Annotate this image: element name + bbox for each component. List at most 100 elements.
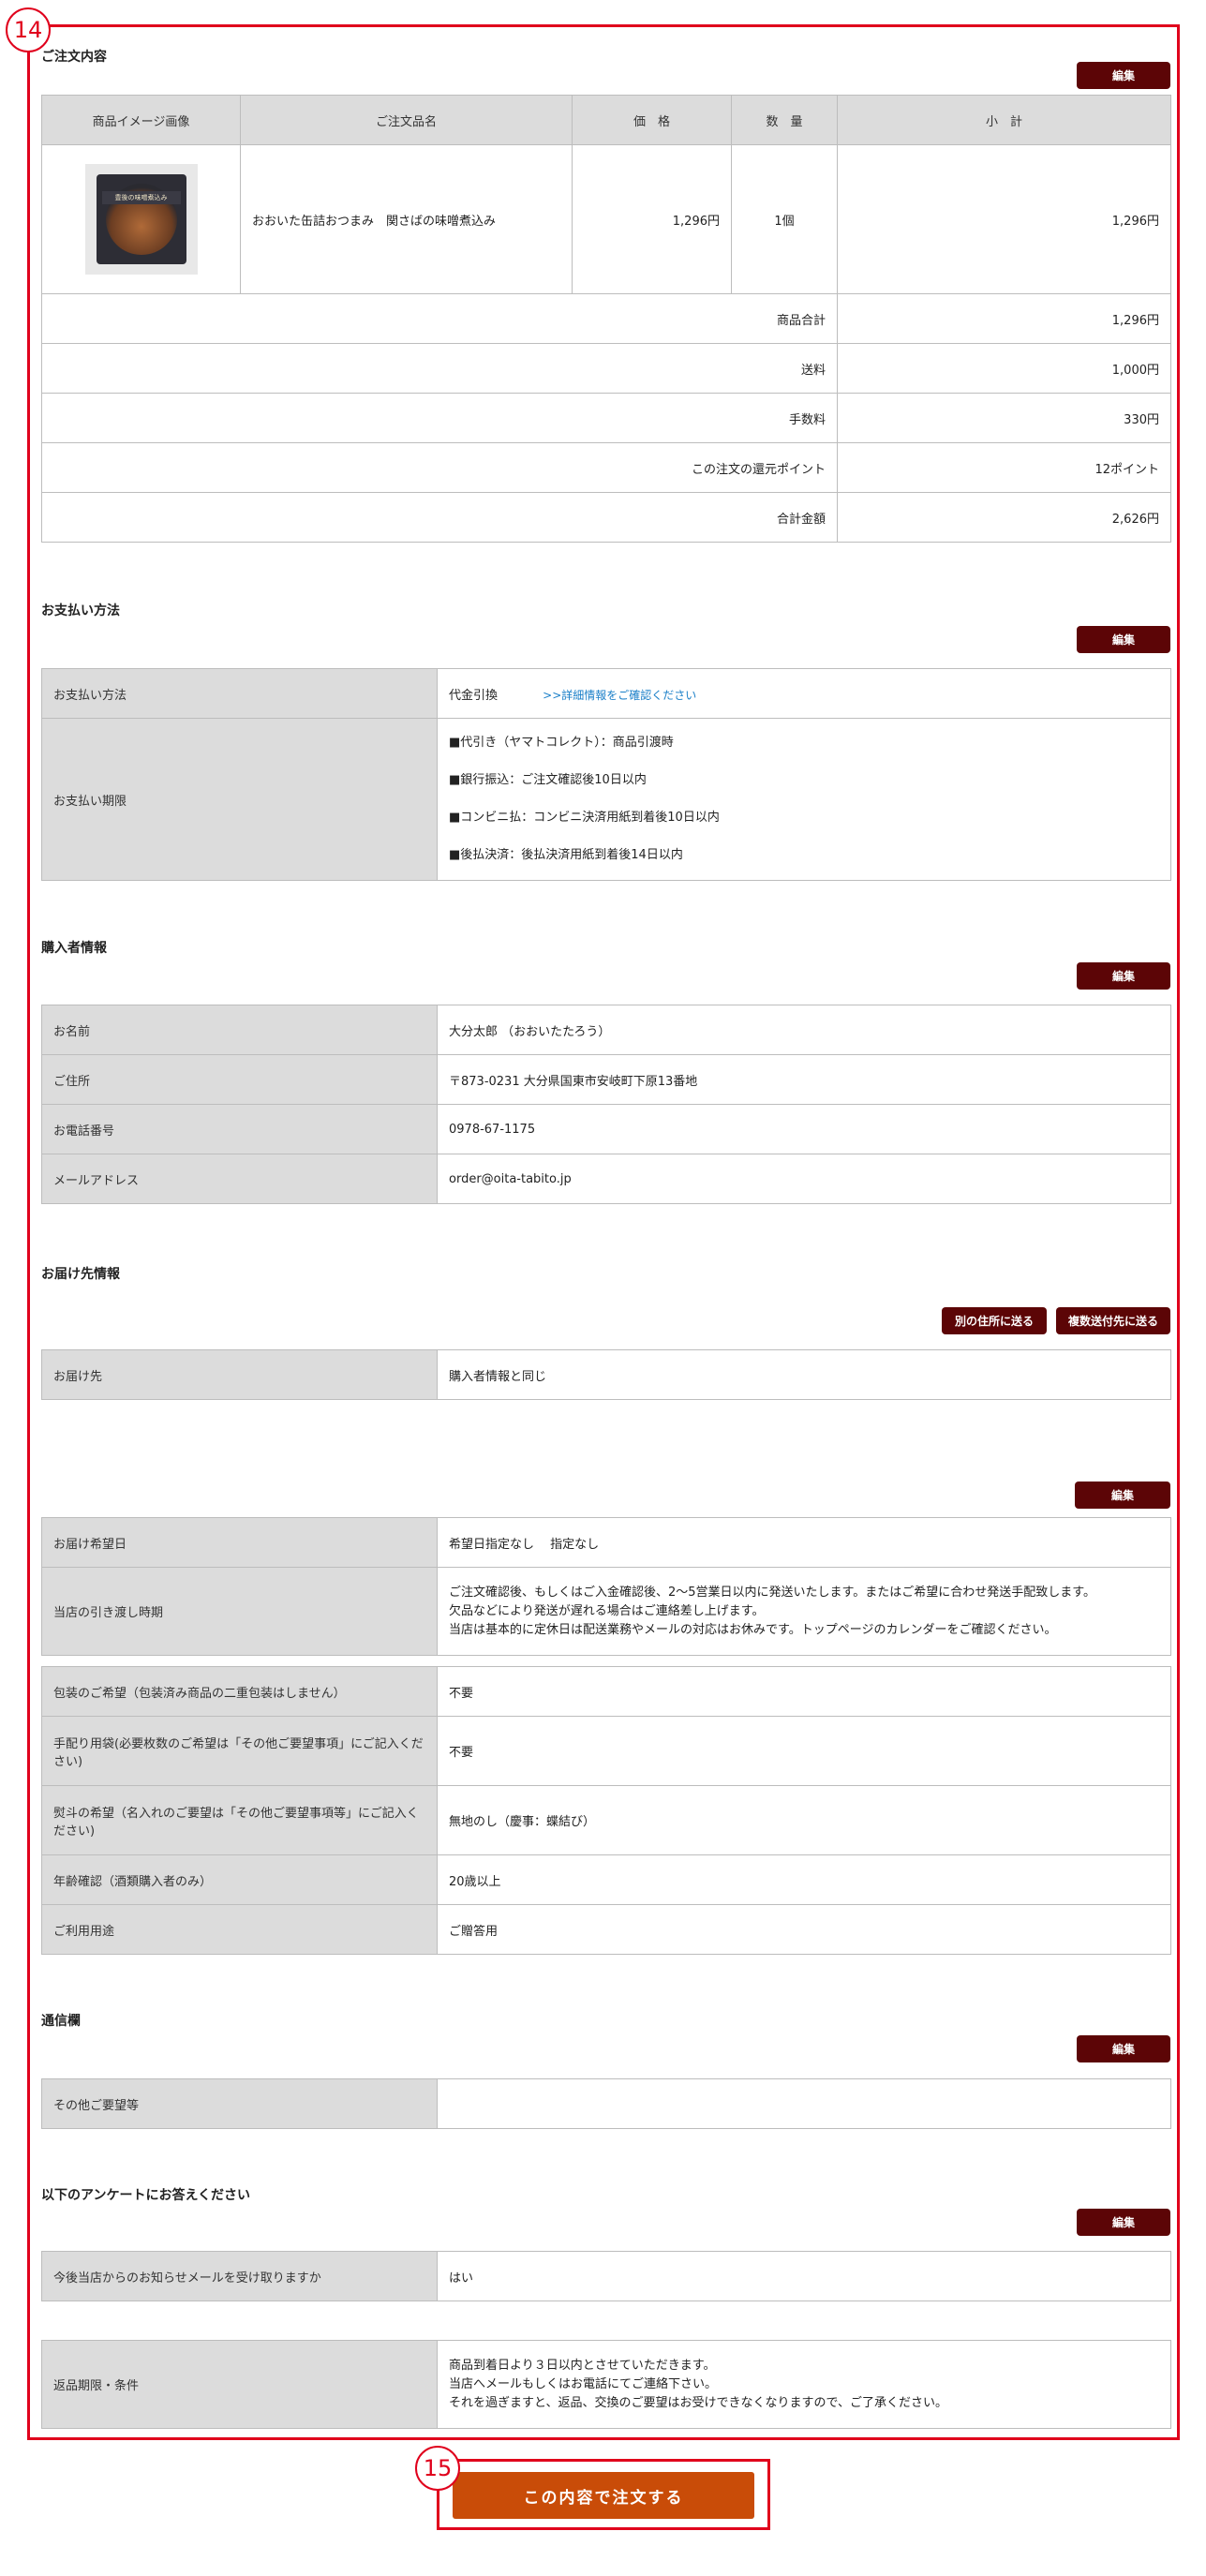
col-header-name: ご注文品名: [240, 95, 573, 145]
order-edit-button[interactable]: 編集: [1077, 62, 1170, 89]
delivery-date-label: お届け希望日: [41, 1517, 438, 1568]
summary-label: この注文の還元ポイント: [41, 442, 838, 493]
payment-method-label: お支払い方法: [41, 668, 438, 719]
payment-table: お支払い方法 代金引換 >>詳細情報をご確認ください お支払い期限 ■代引き（ヤ…: [41, 668, 1171, 881]
product-image-cell: 豊後の味噌煮込み: [41, 144, 241, 294]
annotation-marker-14: 14: [6, 7, 51, 52]
product-subtotal: 1,296円: [837, 144, 1171, 294]
wrapping-value: 不要: [437, 1666, 1171, 1717]
summary-row: 合計金額 2,626円: [41, 492, 1171, 543]
place-order-button[interactable]: この内容で注文する: [453, 2472, 754, 2519]
buyer-section-title: 購入者情報: [41, 941, 107, 956]
summary-value: 1,296円: [837, 293, 1171, 344]
delivery-section-title: お届け先情報: [41, 1267, 120, 1282]
payment-method-value: 代金引換: [449, 688, 499, 703]
buyer-phone-label: お電話番号: [41, 1104, 438, 1154]
summary-label: 手数料: [41, 393, 838, 443]
payment-deadline-cell: ■代引き（ヤマトコレクト）：商品引渡時 ■銀行振込：ご注文確認後10日以内 ■コ…: [437, 718, 1171, 881]
summary-row: 送料 1,000円: [41, 343, 1171, 394]
buyer-email-value: order@oita-tabito.jp: [437, 1154, 1171, 1204]
buyer-email-label: メールアドレス: [41, 1154, 438, 1204]
annotation-marker-15: 15: [415, 2446, 460, 2491]
payment-deadline-item: ■後払決済：後払決済用紙到着後14日以内: [449, 848, 683, 862]
noshi-label: 熨斗の希望（名入れのご要望は「その他ご要望事項等」にご記入ください): [41, 1785, 438, 1855]
return-policy-line: 商品到着日より３日以内とさせていただきます。: [449, 2358, 716, 2373]
summary-row: 手数料 330円: [41, 393, 1171, 443]
options-edit-button[interactable]: 編集: [1075, 1482, 1170, 1509]
ship-timing-line: 当店は基本的に定休日は配送業務やメールの対応はお休みです。トップページのカレンダ…: [449, 1622, 1057, 1637]
summary-value: 2,626円: [837, 492, 1171, 543]
options-table: 包装のご希望（包装済み商品の二重包装はしません） 不要 手配り用袋(必要枚数のご希…: [41, 1666, 1171, 1955]
product-price: 1,296円: [572, 144, 732, 294]
product-name: おおいた缶詰おつまみ 関さばの味噌煮込み: [240, 144, 573, 294]
summary-value: 1,000円: [837, 343, 1171, 394]
delivery-dest-value: 購入者情報と同じ: [437, 1349, 1171, 1400]
return-table: 返品期限・条件 商品到着日より３日以内とさせていただきます。 当店へメールもしく…: [41, 2340, 1171, 2429]
summary-value: 12ポイント: [837, 442, 1171, 493]
handbag-value: 不要: [437, 1716, 1171, 1786]
usage-value: ご贈答用: [437, 1904, 1171, 1955]
newsletter-value: はい: [437, 2251, 1171, 2301]
delivery-date-value: 希望日指定なし 指定なし: [437, 1517, 1171, 1568]
ship-timing-line: 欠品などにより発送が遅れる場合はご連絡差し上げます。: [449, 1603, 765, 1618]
message-table: その他ご要望等: [41, 2078, 1171, 2129]
can-label-text: 豊後の味噌煮込み: [101, 191, 181, 204]
product-image[interactable]: 豊後の味噌煮込み: [84, 164, 198, 275]
options-table-top: お届け希望日 希望日指定なし 指定なし 当店の引き渡し時期 ご注文確認後、もしくは…: [41, 1517, 1171, 1656]
payment-detail-link[interactable]: >>詳細情報をご確認ください: [543, 689, 696, 702]
newsletter-label: 今後当店からのお知らせメールを受け取りますか: [41, 2251, 438, 2301]
summary-row: この注文の還元ポイント 12ポイント: [41, 442, 1171, 493]
submit-region: この内容で注文する: [437, 2459, 770, 2530]
order-item-row: 豊後の味噌煮込み おおいた缶詰おつまみ 関さばの味噌煮込み 1,296円 1個 …: [41, 144, 1171, 294]
return-policy-label: 返品期限・条件: [41, 2340, 438, 2429]
payment-deadline-item: ■代引き（ヤマトコレクト）：商品引渡時: [449, 736, 674, 750]
wrapping-label: 包装のご希望（包装済み商品の二重包装はしません）: [41, 1666, 438, 1717]
ship-timing-label: 当店の引き渡し時期: [41, 1567, 438, 1656]
survey-edit-button[interactable]: 編集: [1077, 2209, 1170, 2236]
message-label: その他ご要望等: [41, 2078, 438, 2129]
message-value: [437, 2078, 1171, 2129]
payment-method-cell: 代金引換 >>詳細情報をご確認ください: [437, 668, 1171, 719]
usage-label: ご利用用途: [41, 1904, 438, 1955]
buyer-address-value: 〒873-0231 大分県国東市安岐町下原13番地: [437, 1054, 1171, 1105]
ship-timing-line: ご注文確認後、もしくはご入金確認後、2〜5営業日以内に発送いたします。またはご希…: [449, 1585, 1095, 1600]
noshi-value: 無地のし（慶事：蝶結び）: [437, 1785, 1171, 1855]
payment-deadline-item: ■コンビニ払：コンビニ決済用紙到着後10日以内: [449, 811, 720, 825]
col-header-price: 価 格: [572, 95, 732, 145]
product-qty: 1個: [731, 144, 838, 294]
buyer-phone-value: 0978-67-1175: [437, 1104, 1171, 1154]
delivery-dest-label: お届け先: [41, 1349, 438, 1400]
survey-section-title: 以下のアンケートにお答えください: [41, 2188, 251, 2203]
summary-label: 商品合計: [41, 293, 838, 344]
buyer-address-label: ご住所: [41, 1054, 438, 1105]
summary-label: 送料: [41, 343, 838, 394]
payment-edit-button[interactable]: 編集: [1077, 626, 1170, 653]
order-table: 商品イメージ画像 ご注文品名 価 格 数 量 小 計 豊後の味噌煮込み おおいた…: [41, 95, 1171, 543]
handbag-label: 手配り用袋(必要枚数のご希望は「その他ご要望事項」にご記入ください): [41, 1716, 438, 1786]
col-header-qty: 数 量: [731, 95, 838, 145]
summary-value: 330円: [837, 393, 1171, 443]
return-policy-line: 当店へメールもしくはお電話にてご連絡下さい。: [449, 2376, 718, 2391]
ship-timing-cell: ご注文確認後、もしくはご入金確認後、2〜5営業日以内に発送いたします。またはご希…: [437, 1567, 1171, 1656]
col-header-subtotal: 小 計: [837, 95, 1171, 145]
payment-section-title: お支払い方法: [41, 603, 120, 618]
summary-row: 商品合計 1,296円: [41, 293, 1171, 344]
order-section-title: ご注文内容: [41, 50, 107, 65]
other-address-button[interactable]: 別の住所に送る: [942, 1307, 1047, 1334]
age-check-label: 年齢確認（酒類購入者のみ）: [41, 1854, 438, 1905]
canned-food-image: 豊後の味噌煮込み: [96, 174, 186, 264]
col-header-image: 商品イメージ画像: [41, 95, 241, 145]
payment-deadline-item: ■銀行振込：ご注文確認後10日以内: [449, 773, 647, 787]
return-policy-cell: 商品到着日より３日以内とさせていただきます。 当店へメールもしくはお電話にてご連…: [437, 2340, 1171, 2429]
buyer-name-value: 大分太郎 （おおいたたろう）: [437, 1005, 1171, 1055]
buyer-edit-button[interactable]: 編集: [1077, 962, 1170, 990]
payment-deadline-label: お支払い期限: [41, 718, 438, 881]
multi-address-button[interactable]: 複数送付先に送る: [1056, 1307, 1170, 1334]
return-policy-line: それを過ぎますと、返品、交換のご要望はお受けできなくなりますので、ご了承ください…: [449, 2395, 947, 2410]
summary-label: 合計金額: [41, 492, 838, 543]
buyer-table: お名前 大分太郎 （おおいたたろう） ご住所 〒873-0231 大分県国東市安岐町…: [41, 1005, 1171, 1204]
buyer-name-label: お名前: [41, 1005, 438, 1055]
survey-table: 今後当店からのお知らせメールを受け取りますか はい: [41, 2251, 1171, 2301]
message-edit-button[interactable]: 編集: [1077, 2035, 1170, 2062]
message-section-title: 通信欄: [41, 2014, 81, 2029]
